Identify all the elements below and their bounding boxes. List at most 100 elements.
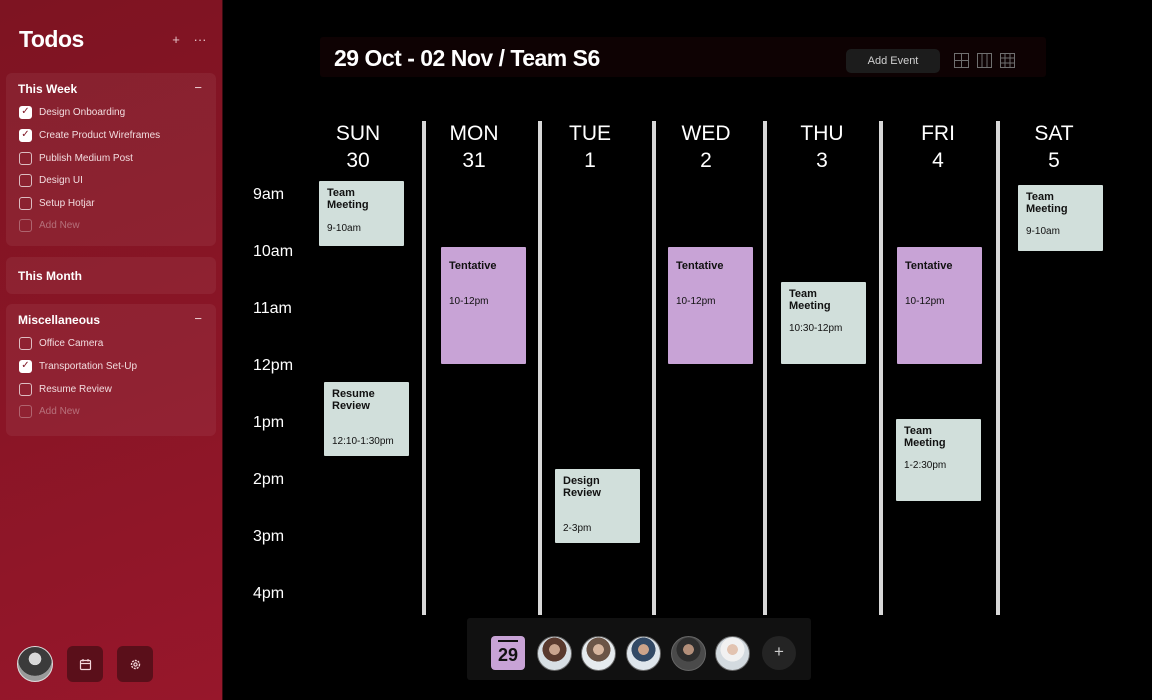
event-card[interactable]: Tentative 10-12pm — [668, 247, 753, 364]
event-time: 1-2:30pm — [904, 460, 947, 471]
team-member-avatar[interactable] — [581, 636, 616, 671]
add-event-button[interactable]: Add Event — [846, 49, 940, 73]
event-title: Design Review — [563, 475, 601, 499]
day-date: 4 — [932, 149, 944, 172]
grid-view-icon[interactable] — [954, 53, 969, 68]
group-this-month[interactable]: This Month — [6, 257, 216, 294]
today-calendar-button[interactable]: 29 — [491, 636, 525, 670]
page-title: 29 Oct - 02 Nov / Team S6 — [334, 45, 600, 71]
add-new-todo[interactable]: Add New — [19, 217, 80, 233]
avatar[interactable] — [17, 646, 53, 682]
event-card[interactable]: Team Meeting 1-2:30pm — [896, 419, 981, 501]
todo-item[interactable]: Office Camera — [19, 335, 103, 351]
team-member-avatar[interactable] — [626, 636, 661, 671]
time-label: 2pm — [253, 471, 285, 488]
settings-button[interactable] — [117, 646, 153, 682]
todo-item[interactable]: Setup Hotjar — [19, 195, 95, 211]
add-member-button[interactable]: + — [762, 636, 796, 670]
checkbox[interactable] — [19, 173, 32, 187]
day-date: 31 — [462, 149, 486, 172]
event-card[interactable]: Tentative 10-12pm — [897, 247, 982, 364]
todo-item[interactable]: Transportation Set-Up — [19, 358, 137, 374]
day-header-sat[interactable]: SAT 5 — [999, 120, 1109, 174]
checkbox-checked[interactable] — [19, 359, 32, 373]
checkbox-checked[interactable] — [19, 105, 32, 119]
time-label: 12pm — [253, 357, 294, 374]
time-label: 11am — [253, 300, 292, 317]
day-date: 30 — [346, 149, 370, 172]
time-label: 10am — [253, 243, 294, 260]
checkbox-checked[interactable] — [19, 128, 32, 142]
event-card[interactable]: Tentative 10-12pm — [441, 247, 526, 364]
week-view-icon[interactable] — [977, 53, 992, 68]
day-header-thu[interactable]: THU 3 — [767, 120, 877, 174]
day-date: 3 — [816, 149, 828, 172]
event-card[interactable]: Design Review 2-3pm — [555, 469, 640, 543]
event-card[interactable]: Resume Review 12:10-1:30pm — [324, 382, 409, 456]
event-time: 9-10am — [327, 223, 361, 234]
event-time: 2-3pm — [563, 523, 592, 534]
add-new-label: Add New — [39, 219, 80, 231]
day-header-fri[interactable]: FRI 4 — [883, 120, 993, 174]
day-header-sun[interactable]: SUN 30 — [303, 120, 413, 174]
checkbox[interactable] — [19, 382, 32, 396]
group-title: This Week — [18, 82, 78, 96]
column-divider — [652, 121, 656, 615]
time-label: 1pm — [253, 414, 285, 431]
column-divider — [879, 121, 883, 615]
event-title: Tentative — [676, 260, 724, 272]
group-miscellaneous: Miscellaneous − Office Camera Transporta… — [6, 304, 216, 436]
event-time: 10-12pm — [676, 296, 716, 307]
collapse-icon[interactable]: − — [194, 311, 202, 326]
todo-item[interactable]: Resume Review — [19, 381, 112, 397]
checkbox — [19, 218, 32, 232]
event-title: Tentative — [449, 260, 497, 272]
group-title: Miscellaneous — [18, 313, 101, 327]
todo-item[interactable]: Publish Medium Post — [19, 150, 133, 166]
event-time: 10-12pm — [905, 296, 945, 307]
day-name: MON — [449, 122, 499, 145]
month-view-icon[interactable] — [1000, 53, 1015, 68]
calendar-button[interactable] — [67, 646, 103, 682]
column-divider — [422, 121, 426, 615]
event-time: 12:10-1:30pm — [332, 436, 394, 447]
more-options-icon[interactable]: ··· — [190, 30, 210, 50]
todo-label: Publish Medium Post — [39, 152, 133, 164]
day-header-wed[interactable]: WED 2 — [651, 120, 761, 174]
todo-label: Office Camera — [39, 337, 104, 349]
collapse-icon[interactable]: − — [194, 80, 202, 95]
event-title: Team Meeting — [1026, 191, 1068, 215]
add-new-todo[interactable]: Add New — [19, 403, 80, 419]
event-title: Tentative — [905, 260, 953, 272]
calendar-icon — [79, 658, 91, 670]
todo-item[interactable]: Design UI — [19, 172, 83, 188]
event-card[interactable]: Team Meeting 10:30-12pm — [781, 282, 866, 364]
calendar-header: 29 Oct - 02 Nov / Team S6 Add Event — [320, 37, 1046, 77]
day-name: SUN — [335, 122, 381, 145]
checkbox[interactable] — [19, 196, 32, 210]
sidebar-footer — [17, 646, 153, 682]
event-card[interactable]: Team Meeting 9-10am — [1018, 185, 1103, 251]
settings-icon — [130, 659, 140, 669]
sidebar-title: Todos — [19, 26, 84, 52]
team-member-avatar[interactable] — [715, 636, 750, 671]
todos-sidebar: Todos + ··· This Week − Design Onboardin… — [0, 0, 223, 700]
day-header-mon[interactable]: MON 31 — [419, 120, 529, 174]
add-todo-icon[interactable]: + — [166, 30, 186, 50]
todo-item[interactable]: Create Product Wireframes — [19, 127, 160, 143]
checkbox[interactable] — [19, 336, 32, 350]
group-title: This Month — [18, 269, 82, 283]
event-time: 9-10am — [1026, 226, 1060, 237]
team-member-avatar[interactable] — [537, 636, 572, 671]
checkbox — [19, 404, 32, 418]
event-card[interactable]: Team Meeting 9-10am — [319, 181, 404, 246]
event-title: Team Meeting — [904, 425, 946, 449]
time-label: 3pm — [253, 528, 285, 545]
day-header-tue[interactable]: TUE 1 — [535, 120, 645, 174]
column-divider — [538, 121, 542, 615]
group-this-week: This Week − Design Onboarding Create Pro… — [6, 73, 216, 246]
team-member-avatar[interactable] — [671, 636, 706, 671]
todo-item[interactable]: Design Onboarding — [19, 104, 125, 120]
event-title: Team Meeting — [789, 288, 831, 312]
checkbox[interactable] — [19, 151, 32, 165]
